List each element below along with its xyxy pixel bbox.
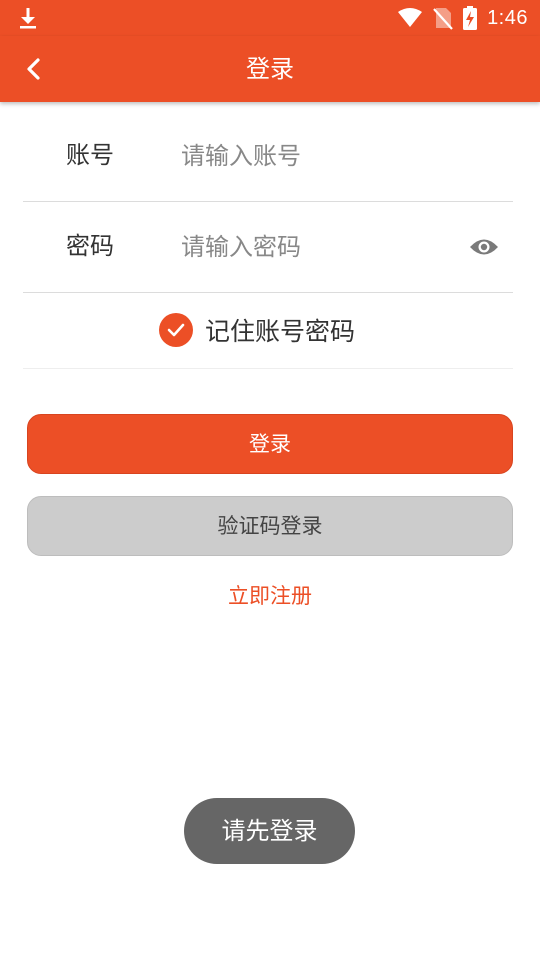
password-row: 密码	[23, 201, 513, 293]
password-label: 密码	[66, 232, 114, 260]
remember-checkbox[interactable]: 记住账号密码	[159, 292, 355, 368]
login-button[interactable]: 登录	[27, 414, 513, 474]
page-title: 登录	[246, 55, 294, 83]
account-row: 账号	[23, 110, 513, 202]
app-bar: 登录	[0, 36, 540, 102]
no-sim-icon	[433, 6, 453, 30]
register-link[interactable]: 立即注册	[0, 578, 540, 614]
download-icon	[16, 6, 40, 30]
remember-label: 记住账号密码	[205, 317, 356, 346]
eye-icon	[470, 239, 498, 255]
password-input[interactable]	[181, 223, 461, 271]
account-input[interactable]	[181, 132, 461, 180]
status-time: 1:46	[487, 6, 528, 29]
account-label: 账号	[66, 141, 114, 169]
battery-charging-icon	[463, 6, 478, 30]
wifi-icon	[397, 7, 423, 29]
status-icons: 1:46	[387, 0, 528, 36]
remember-row: 记住账号密码	[23, 292, 513, 369]
toast-message: 请先登录	[184, 798, 355, 864]
sms-login-button[interactable]: 验证码登录	[27, 496, 513, 556]
checkmark-icon	[159, 313, 193, 347]
password-visibility-toggle[interactable]	[465, 228, 503, 266]
status-bar: 1:46	[0, 0, 540, 36]
